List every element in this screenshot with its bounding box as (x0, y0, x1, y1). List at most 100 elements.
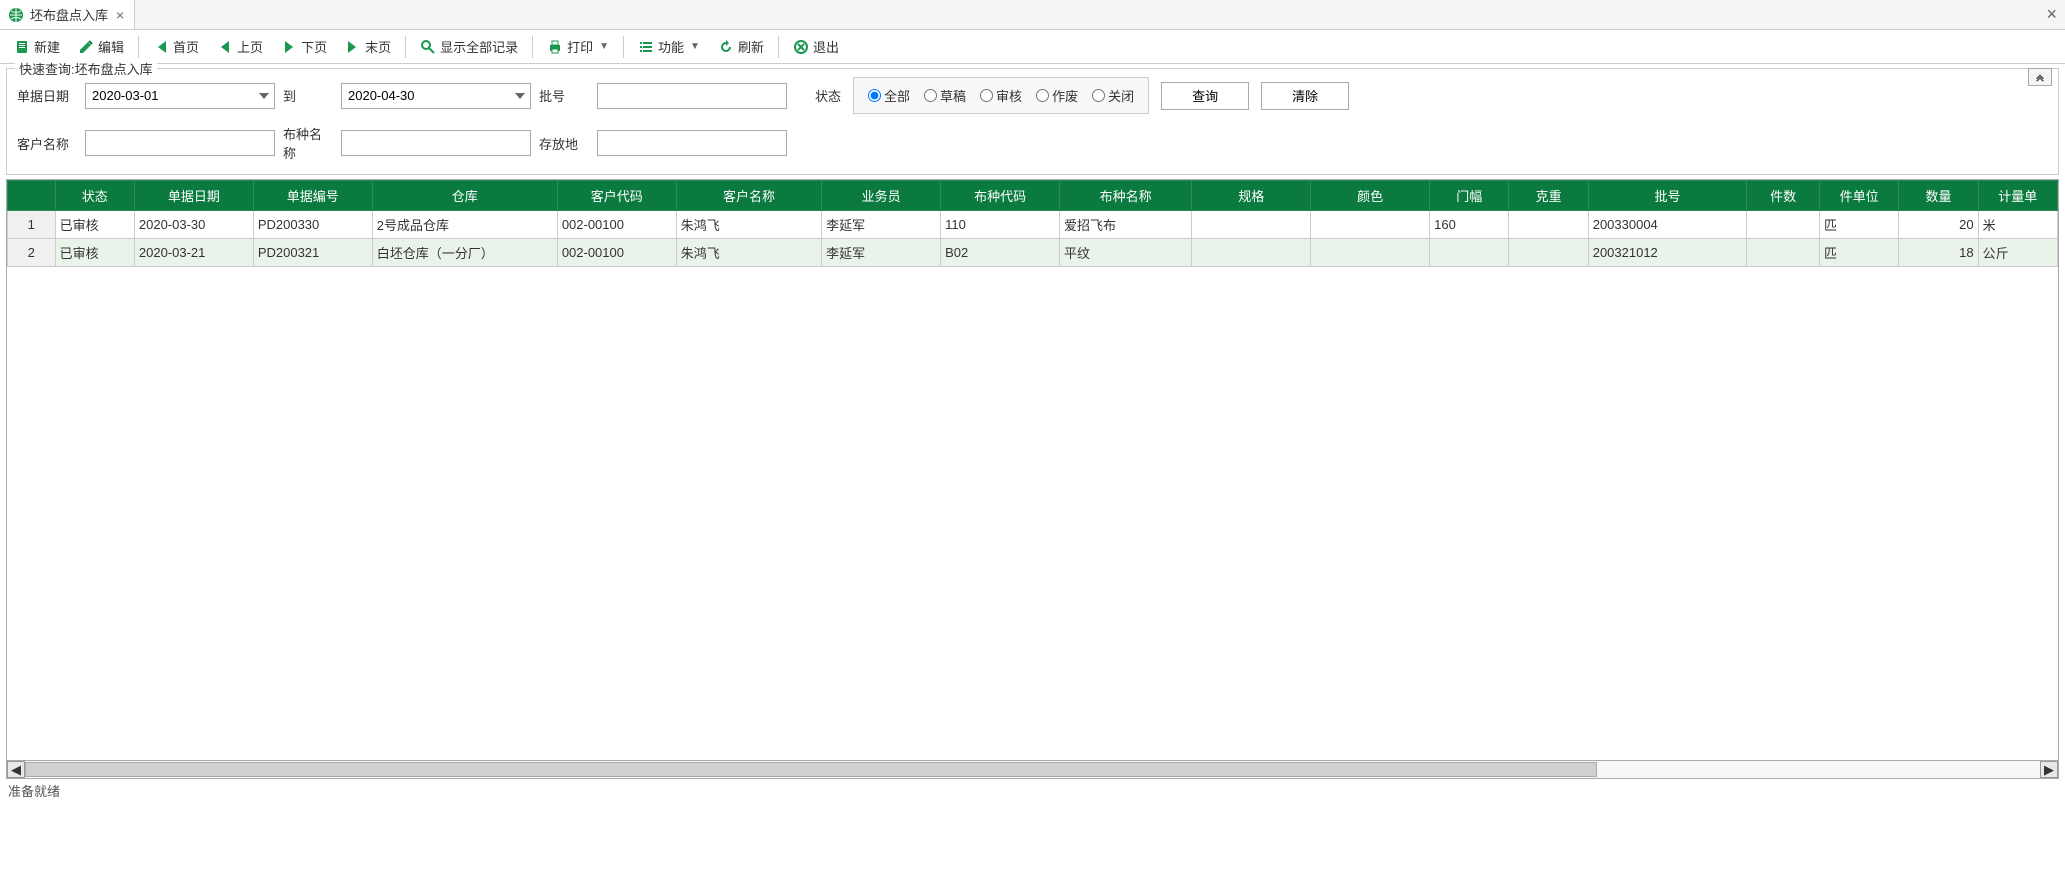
column-header[interactable]: 数量 (1899, 181, 1978, 211)
refresh-icon (718, 39, 734, 55)
fabric-input[interactable] (341, 130, 531, 156)
cell-customer-code: 002-00100 (557, 211, 676, 239)
column-header[interactable]: 单据编号 (253, 181, 372, 211)
cell-warehouse: 白坯仓库（一分厂） (372, 239, 557, 267)
print-button[interactable]: 打印 ▼ (539, 34, 617, 59)
date-to-input[interactable] (341, 83, 531, 109)
exit-icon (793, 39, 809, 55)
exit-button[interactable]: 退出 (785, 34, 847, 59)
date-to-wrapper (341, 83, 531, 109)
table-scroll[interactable]: 状态单据日期单据编号仓库客户代码客户名称业务员布种代码布种名称规格颜色门幅克重批… (7, 180, 2058, 760)
customer-label: 客户名称 (17, 134, 77, 153)
column-header[interactable]: 客户代码 (557, 181, 676, 211)
cell-fabric-code: 110 (941, 211, 1060, 239)
first-label: 首页 (173, 37, 199, 56)
show-all-label: 显示全部记录 (440, 37, 518, 56)
column-header[interactable]: 克重 (1509, 181, 1588, 211)
column-header[interactable]: 客户名称 (676, 181, 821, 211)
collapse-button[interactable] (2028, 68, 2052, 86)
query-right-group: 状态 全部 草稿 审核 作废 关闭 查询 清除 (815, 77, 1349, 114)
show-all-button[interactable]: 显示全部记录 (412, 34, 526, 59)
cell-status: 已审核 (55, 211, 134, 239)
status-draft-radio[interactable]: 草稿 (924, 86, 966, 105)
status-audit-radio[interactable]: 审核 (980, 86, 1022, 105)
column-header[interactable]: 件单位 (1820, 181, 1899, 211)
column-header[interactable]: 颜色 (1311, 181, 1430, 211)
batch-label: 批号 (539, 86, 589, 105)
tab-close-icon[interactable]: × (114, 7, 126, 23)
search-icon (420, 39, 436, 55)
clear-button[interactable]: 清除 (1261, 82, 1349, 110)
status-void-radio[interactable]: 作废 (1036, 86, 1078, 105)
scroll-right-button[interactable]: ▶ (2040, 761, 2058, 778)
query-row-2: 客户名称 布种名称 存放地 (17, 124, 2048, 162)
column-header[interactable]: 布种代码 (941, 181, 1060, 211)
tab-active[interactable]: 坯布盘点入库 × (0, 0, 135, 29)
cell-batch: 200330004 (1588, 211, 1747, 239)
chevron-down-icon: ▼ (599, 41, 609, 52)
edit-label: 编辑 (98, 37, 124, 56)
next-page-button[interactable]: 下页 (273, 34, 335, 59)
last-page-button[interactable]: 末页 (337, 34, 399, 59)
cell-customer-name: 朱鸿飞 (676, 211, 821, 239)
fabric-label: 布种名称 (283, 124, 333, 162)
scroll-thumb[interactable] (25, 762, 1597, 777)
cell-weight (1509, 211, 1588, 239)
column-header[interactable]: 仓库 (372, 181, 557, 211)
column-header[interactable]: 业务员 (822, 181, 941, 211)
cell-pieces (1747, 211, 1820, 239)
table-row[interactable]: 2已审核2020-03-21PD200321白坯仓库（一分厂）002-00100… (8, 239, 2058, 267)
cell-bill: PD200330 (253, 211, 372, 239)
cell-width: 160 (1430, 211, 1509, 239)
cell-fabric-code: B02 (941, 239, 1060, 267)
cell-piece-unit: 匹 (1820, 211, 1899, 239)
column-header[interactable]: 件数 (1747, 181, 1820, 211)
first-page-button[interactable]: 首页 (145, 34, 207, 59)
cell-spec (1192, 211, 1311, 239)
cell-date: 2020-03-30 (134, 211, 253, 239)
query-row-1: 单据日期 到 批号 状态 全部 草稿 审核 作废 关闭 查询 清除 (17, 77, 2048, 114)
cell-customer-name: 朱鸿飞 (676, 239, 821, 267)
window-close-icon[interactable]: × (2046, 4, 2057, 25)
bill-date-label: 单据日期 (17, 86, 77, 105)
cell-color (1311, 239, 1430, 267)
edit-button[interactable]: 编辑 (70, 34, 132, 59)
status-closed-radio[interactable]: 关闭 (1092, 86, 1134, 105)
date-from-wrapper (85, 83, 275, 109)
customer-input[interactable] (85, 130, 275, 156)
column-header[interactable]: 规格 (1192, 181, 1311, 211)
status-radio-group: 全部 草稿 审核 作废 关闭 (853, 77, 1149, 114)
cell-pieces (1747, 239, 1820, 267)
status-all-radio[interactable]: 全部 (868, 86, 910, 105)
column-header[interactable]: 单据日期 (134, 181, 253, 211)
cell-fabric-name: 爱招飞布 (1060, 211, 1192, 239)
query-title: 快速查询:坯布盘点入库 (15, 59, 157, 78)
prev-page-button[interactable]: 上页 (209, 34, 271, 59)
column-header[interactable]: 批号 (1588, 181, 1747, 211)
column-header[interactable]: 布种名称 (1060, 181, 1192, 211)
prev-icon (217, 39, 233, 55)
search-button[interactable]: 查询 (1161, 82, 1249, 110)
tab-bar: 坯布盘点入库 × × (0, 0, 2065, 30)
new-button[interactable]: 新建 (6, 34, 68, 59)
chevron-down-icon: ▼ (690, 41, 700, 52)
function-button[interactable]: 功能 ▼ (630, 34, 708, 59)
column-header[interactable]: 门幅 (1430, 181, 1509, 211)
refresh-button[interactable]: 刷新 (710, 34, 772, 59)
scroll-track[interactable] (25, 761, 2040, 778)
column-header[interactable] (8, 181, 56, 211)
column-header[interactable]: 状态 (55, 181, 134, 211)
prev-label: 上页 (237, 37, 263, 56)
data-table-container: 状态单据日期单据编号仓库客户代码客户名称业务员布种代码布种名称规格颜色门幅克重批… (6, 179, 2059, 779)
storage-input[interactable] (597, 130, 787, 156)
batch-input[interactable] (597, 83, 787, 109)
data-table: 状态单据日期单据编号仓库客户代码客户名称业务员布种代码布种名称规格颜色门幅克重批… (7, 180, 2058, 267)
column-header[interactable]: 计量单 (1978, 181, 2057, 211)
date-from-input[interactable] (85, 83, 275, 109)
cell-spec (1192, 239, 1311, 267)
next-label: 下页 (301, 37, 327, 56)
horizontal-scrollbar[interactable]: ◀ ▶ (7, 760, 2058, 778)
edit-icon (78, 39, 94, 55)
scroll-left-button[interactable]: ◀ (7, 761, 25, 778)
table-row[interactable]: 1已审核2020-03-30PD2003302号成品仓库002-00100朱鸿飞… (8, 211, 2058, 239)
